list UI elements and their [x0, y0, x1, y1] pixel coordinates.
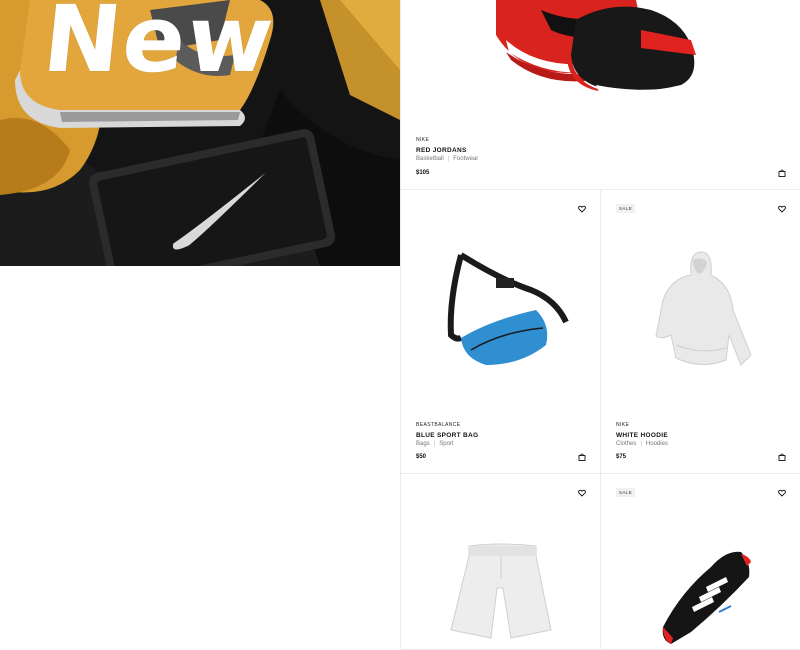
product-card-white-shorts[interactable] — [400, 474, 600, 650]
wishlist-button[interactable] — [777, 204, 787, 214]
sale-badge: SALE — [616, 488, 636, 497]
white-hoodie-image — [655, 251, 752, 366]
shopping-bag-icon — [778, 453, 786, 461]
product-tags: Bags | Sport — [416, 441, 454, 447]
product-name[interactable]: BLUE SPORT BAG — [416, 432, 478, 439]
product-brand: NIKE — [416, 137, 430, 143]
sale-badge: SALE — [616, 204, 636, 213]
black-sneaker-image — [662, 551, 751, 644]
product-price: $50 — [416, 454, 427, 460]
product-tags: Clothes | Hoodies — [616, 441, 668, 447]
wishlist-button[interactable] — [577, 204, 587, 214]
add-to-cart-button[interactable] — [777, 452, 787, 462]
heart-icon — [578, 205, 586, 213]
heart-icon — [778, 489, 786, 497]
product-name[interactable]: RED JORDANS — [416, 147, 467, 154]
wishlist-button[interactable] — [777, 488, 787, 498]
product-grid: NIKE RED JORDANS Basketball | Footwear $… — [400, 0, 800, 650]
product-price: $105 — [416, 170, 430, 176]
wishlist-button[interactable] — [577, 488, 587, 498]
product-tag[interactable]: Bags — [416, 441, 430, 447]
product-tags: Basketball | Footwear — [416, 156, 478, 162]
tag-separator: | — [640, 441, 642, 447]
add-to-cart-button[interactable] — [777, 168, 787, 178]
add-to-cart-button[interactable] — [577, 452, 587, 462]
product-card-blue-sport-bag[interactable]: BEASTBALANCE BLUE SPORT BAG Bags | Sport… — [400, 190, 600, 474]
product-card-white-hoodie[interactable]: SALE NIKE WHITE HOODIE Clothes | Hoodies… — [600, 190, 800, 474]
product-brand: NIKE — [616, 422, 630, 428]
product-tag[interactable]: Sport — [439, 441, 453, 447]
hero-title: New — [38, 0, 281, 93]
product-brand: BEASTBALANCE — [416, 422, 461, 428]
heart-icon — [578, 489, 586, 497]
hero-banner[interactable]: New — [0, 0, 400, 266]
product-tag[interactable]: Basketball — [416, 156, 444, 162]
tag-separator: | — [433, 441, 436, 447]
product-tag[interactable]: Hoodies — [646, 441, 668, 447]
product-card-red-jordans[interactable]: NIKE RED JORDANS Basketball | Footwear $… — [400, 0, 800, 190]
shopping-bag-icon — [578, 453, 586, 461]
product-name[interactable]: WHITE HOODIE — [616, 432, 668, 439]
product-tag[interactable]: Footwear — [453, 156, 478, 162]
product-tag[interactable]: Clothes — [616, 441, 636, 447]
red-jordans-image — [496, 0, 696, 96]
white-shorts-image — [450, 543, 552, 639]
tag-separator: | — [447, 156, 450, 162]
shopping-bag-icon — [778, 169, 786, 177]
blue-sport-bag-image — [447, 252, 569, 365]
heart-icon — [778, 205, 786, 213]
product-price: $75 — [616, 454, 627, 460]
product-card-black-sneaker[interactable]: SALE — [600, 474, 800, 650]
